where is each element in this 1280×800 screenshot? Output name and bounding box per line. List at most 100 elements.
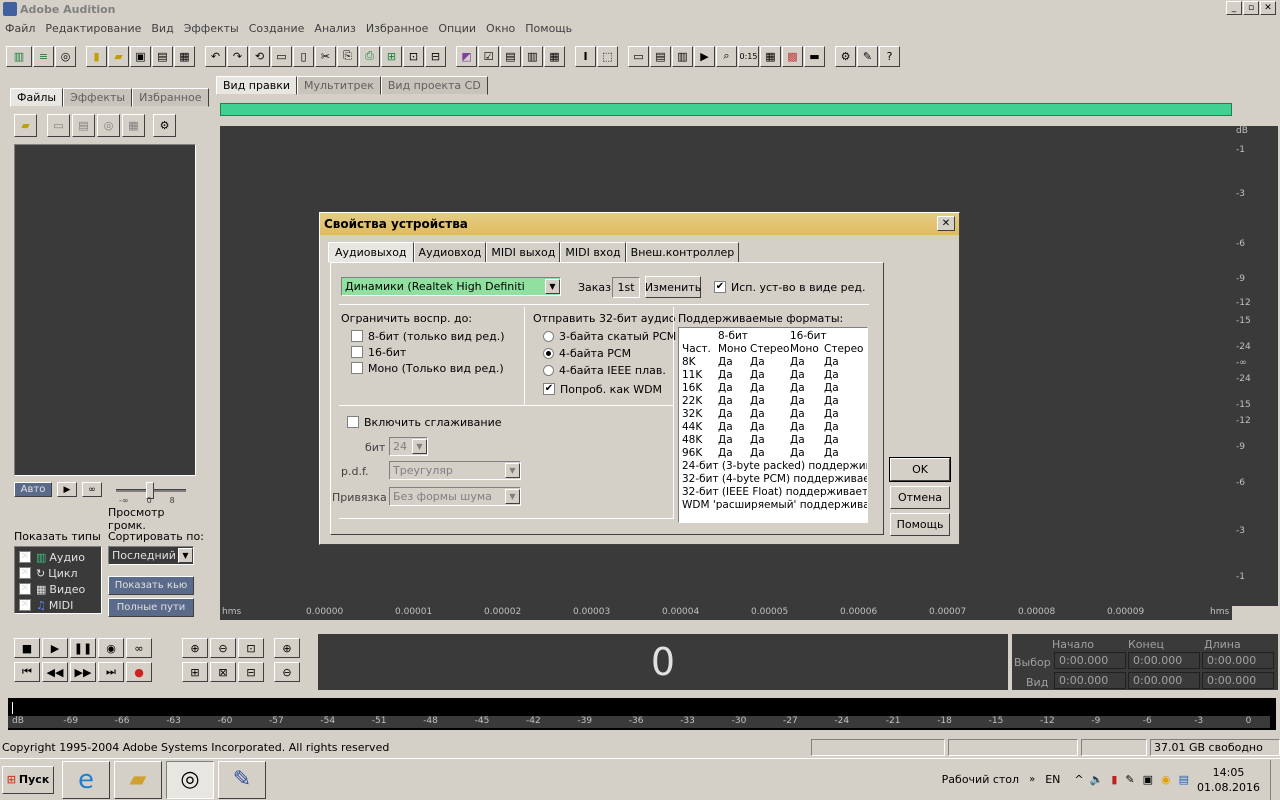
view-end-field[interactable]: 0:00.000 [1128, 672, 1200, 689]
menu-analyze[interactable]: Анализ [309, 22, 361, 35]
send32-4byte-pcm-radio[interactable]: 4-байта PCM [543, 345, 631, 361]
chevron-down-icon[interactable]: ▼ [412, 439, 427, 454]
multitrack-icon[interactable]: ≡ [33, 45, 54, 67]
check-icon[interactable]: ☑ [478, 45, 499, 67]
time-window-icon[interactable]: 0:15 [738, 45, 759, 67]
tab-effects[interactable]: Эффекты [63, 88, 133, 107]
type-midi[interactable]: ✕ ♫ MIDI [19, 597, 97, 613]
go-start-icon[interactable]: ⏮ [14, 662, 40, 682]
tab-edit-view[interactable]: Вид правки [216, 76, 297, 95]
file-list[interactable] [14, 144, 196, 476]
cd-file-icon[interactable]: ▦ [122, 114, 145, 137]
tab-audio-out[interactable]: Аудиовыход [328, 242, 414, 263]
paste-new-icon[interactable]: ⎙ [359, 45, 380, 67]
zoom-in-vertical-icon[interactable]: ⊕ [274, 638, 300, 658]
open-file-icon[interactable]: ▰ [108, 45, 129, 67]
window-icon-3[interactable]: ▥ [672, 45, 693, 67]
tray-expand-icon[interactable]: ^ [1074, 773, 1083, 786]
menu-favorites[interactable]: Избранное [361, 22, 433, 35]
record-icon[interactable]: ● [126, 662, 152, 682]
use-as-editor-checkbox[interactable]: ✔ Исп. уст-во в виде ред. [714, 279, 865, 295]
save-icon[interactable]: ▣ [130, 45, 151, 67]
minimize-button[interactable]: _ [1226, 1, 1242, 15]
network-icon[interactable]: ▮ [1111, 773, 1117, 786]
zoom-out-vertical-icon[interactable]: ⊖ [274, 662, 300, 682]
insert-file-icon[interactable]: ◎ [97, 114, 120, 137]
limit-16bit-checkbox[interactable]: 16-бит [351, 344, 406, 360]
dither-checkbox[interactable]: Включить сглаживание [347, 414, 502, 430]
tab-audio-in[interactable]: Аудиовход [413, 242, 487, 263]
limit-mono-checkbox[interactable]: Моно (Только вид ред.) [351, 360, 504, 376]
other-taskbar-button[interactable]: ✎ [218, 760, 266, 799]
window-icon-1[interactable]: ▭ [628, 45, 649, 67]
menu-view[interactable]: Вид [146, 22, 178, 35]
limit-8bit-checkbox[interactable]: 8-бит (только вид ред.) [351, 328, 505, 344]
zoom-full-icon[interactable]: ⊡ [238, 638, 264, 658]
delete-silence-icon[interactable]: ⊟ [425, 45, 446, 67]
region-icon[interactable]: ▥ [522, 45, 543, 67]
play-preview-button[interactable]: ▶ [57, 482, 77, 497]
zoom-in-icon[interactable]: ⊕ [182, 638, 208, 658]
mix-paste-icon[interactable]: ⊞ [381, 45, 402, 67]
tab-favorites[interactable]: Избранное [132, 88, 209, 107]
edit-view-icon[interactable]: ▥ [6, 45, 32, 67]
volume-icon[interactable]: 🔈 [1090, 773, 1104, 786]
trim-icon[interactable]: ⊡ [403, 45, 424, 67]
play-window-icon[interactable]: ▶ [694, 45, 715, 67]
sort-select[interactable]: Последний д ▼ [108, 546, 194, 565]
help-button[interactable]: Помощь [890, 513, 950, 536]
language-indicator[interactable]: EN [1045, 773, 1060, 786]
ok-button[interactable]: OK [889, 457, 951, 482]
pdf-select[interactable]: Треугуляр ▼ [389, 461, 521, 480]
new-file-icon[interactable]: ▮ [86, 45, 107, 67]
copy-new-icon[interactable]: ▯ [293, 45, 314, 67]
pause-icon[interactable]: ❚❚ [70, 638, 96, 658]
maximize-button[interactable]: ▫ [1243, 1, 1259, 15]
paste-icon[interactable]: ⎘ [337, 45, 358, 67]
time-select-tool-icon[interactable]: I [575, 45, 596, 67]
import-icon[interactable]: ▰ [14, 114, 37, 137]
zoom-selection-icon[interactable]: ⊞ [182, 662, 208, 682]
menu-generate[interactable]: Создание [244, 22, 310, 35]
save-all-icon[interactable]: ▤ [152, 45, 173, 67]
cd-icon[interactable]: ◎ [55, 45, 76, 67]
status-window-icon[interactable]: ▬ [804, 45, 825, 67]
spectral-icon[interactable]: ◩ [456, 45, 477, 67]
marker-icon[interactable]: ▤ [500, 45, 521, 67]
save-as-icon[interactable]: ▦ [174, 45, 195, 67]
loop-icon[interactable]: ∞ [126, 638, 152, 658]
tab-midi-in[interactable]: MIDI вход [560, 242, 626, 263]
change-button[interactable]: Изменить [645, 276, 701, 298]
script-icon[interactable]: ✎ [857, 45, 878, 67]
show-queue-button[interactable]: Показать кью [108, 576, 194, 595]
app-tray-icon[interactable]: ◉ [1161, 773, 1171, 786]
menu-file[interactable]: Файл [0, 22, 40, 35]
device-icon[interactable]: ▣ [1143, 773, 1153, 786]
tab-midi-out[interactable]: MIDI выход [486, 242, 561, 263]
zoom-window-icon[interactable]: ⌕ [716, 45, 737, 67]
level-window-icon[interactable]: ▩ [782, 45, 803, 67]
cancel-button[interactable]: Отмена [890, 486, 950, 509]
type-audio[interactable]: ✕ ▥ Аудио [19, 549, 97, 565]
tab-cd-view[interactable]: Вид проекта CD [380, 76, 488, 95]
explorer-taskbar-button[interactable]: ▰ [114, 760, 162, 799]
close-button[interactable]: ✕ [1260, 1, 1276, 15]
loop-region-icon[interactable]: ▦ [544, 45, 565, 67]
menu-edit[interactable]: Редактирование [40, 22, 146, 35]
window-icon-2[interactable]: ▤ [650, 45, 671, 67]
play-to-end-icon[interactable]: ◉ [98, 638, 124, 658]
chevron-down-icon[interactable]: ▼ [505, 489, 520, 504]
sel-end-field[interactable]: 0:00.000 [1128, 652, 1200, 669]
close-file-icon[interactable]: ▭ [47, 114, 70, 137]
help-icon[interactable]: ? [879, 45, 900, 67]
ie-taskbar-button[interactable]: e [62, 760, 110, 799]
full-paths-button[interactable]: Полные пути [108, 598, 194, 617]
tab-ext-controller[interactable]: Внеш.контроллер [625, 242, 740, 263]
auto-play-button[interactable]: Авто [14, 482, 52, 497]
send32-3byte-radio[interactable]: 3-байта скатый PCM [543, 328, 676, 344]
chevron-down-icon[interactable]: ▼ [178, 548, 193, 563]
device-select[interactable]: Динамики (Realtek High Definiti ▼ [341, 277, 561, 296]
desktop-chevron-icon[interactable]: » [1029, 774, 1035, 785]
send32-ieee-radio[interactable]: 4-байта IEEE плав. [543, 362, 666, 378]
marquee-tool-icon[interactable]: ⬚ [597, 45, 618, 67]
